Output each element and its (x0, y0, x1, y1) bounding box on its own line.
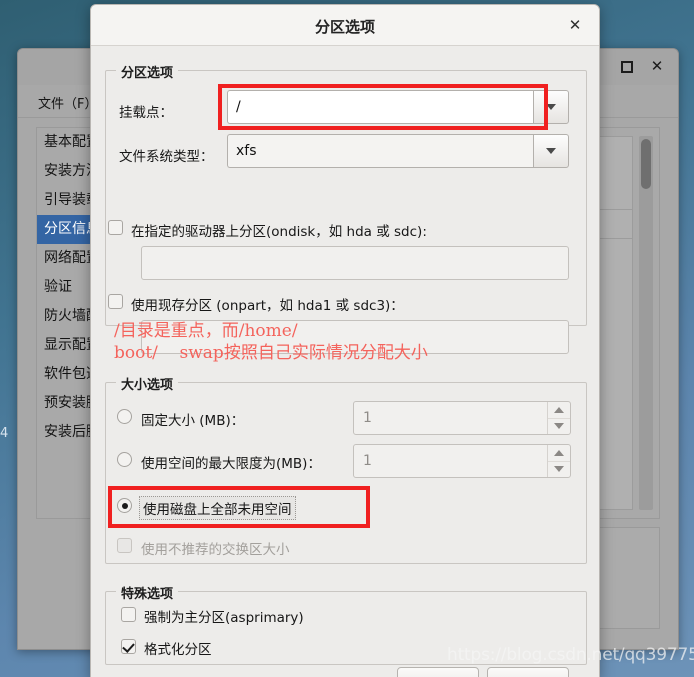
fixed-size-label: 固定大小 (MB)： (141, 413, 245, 429)
max-size-label: 使用空间的最大限度为(MB)： (141, 456, 321, 472)
mount-point-input[interactable]: / (227, 90, 533, 124)
special-options-group-title: 特殊选项 (116, 583, 179, 602)
fixed-size-spinner-buttons[interactable] (547, 402, 570, 434)
spinner-up-icon[interactable] (548, 445, 570, 462)
format-partition-checkbox[interactable] (121, 639, 136, 654)
filesystem-type-dropdown-button[interactable] (533, 134, 569, 168)
max-size-value[interactable]: 1 (354, 445, 547, 477)
size-options-group-title: 大小选项 (116, 374, 179, 393)
as-primary-checkbox[interactable] (121, 607, 136, 622)
cancel-button[interactable]: 取消(C) (397, 667, 479, 677)
partition-options-group-title: 分区选项 (116, 62, 179, 81)
mount-point-dropdown-button[interactable] (533, 90, 569, 124)
ok-button[interactable]: 确定(O) (487, 667, 569, 677)
filesystem-type-label: 文件系统类型： (119, 149, 214, 165)
fixed-size-radio[interactable] (117, 409, 132, 424)
chevron-down-icon (546, 104, 556, 110)
onpart-checkbox[interactable] (108, 294, 123, 309)
max-size-radio[interactable] (117, 452, 132, 467)
spinner-up-icon[interactable] (548, 402, 570, 419)
format-partition-label: 格式化分区 (144, 642, 212, 658)
use-all-space-label: 使用磁盘上全部未用空间 (139, 496, 296, 520)
desktop-background: 4 ✕ 文件（F） 基本配置 安装方法 引导装载 分区信息 网络配置 验证 防火… (0, 0, 694, 677)
scrollbar-thumb[interactable] (641, 139, 651, 189)
as-primary-label: 强制为主分区(asprimary) (144, 610, 304, 626)
spinner-down-icon[interactable] (548, 462, 570, 478)
max-size-spinner-buttons[interactable] (547, 445, 570, 477)
fixed-size-value[interactable]: 1 (354, 402, 547, 434)
ondisk-label: 在指定的驱动器上分区(ondisk，如 hda 或 sdc): (131, 224, 427, 240)
mount-point-combobox[interactable]: / (227, 90, 569, 124)
chevron-down-icon (546, 148, 556, 154)
bad-swap-label: 使用不推荐的交换区大小 (141, 542, 290, 558)
onpart-input[interactable] (141, 320, 569, 354)
filesystem-type-combobox[interactable]: xfs (227, 134, 569, 168)
partition-options-dialog: 分区选项 ✕ 分区选项 挂载点： / 文件系统类型： xfs 在指定的驱动器上分… (90, 4, 600, 677)
dialog-title: 分区选项 (314, 18, 375, 36)
mount-point-label: 挂载点： (119, 105, 173, 121)
ondisk-input[interactable] (141, 246, 569, 280)
vertical-scrollbar[interactable] (639, 136, 653, 510)
close-icon[interactable]: ✕ (650, 59, 664, 74)
close-icon[interactable]: ✕ (567, 17, 583, 33)
desktop-edge-glyph: 4 (0, 426, 9, 441)
onpart-label: 使用现存分区 (onpart，如 hda1 或 sdc3)： (131, 298, 404, 314)
dialog-titlebar: 分区选项 ✕ (91, 5, 599, 46)
spinner-down-icon[interactable] (548, 419, 570, 435)
fixed-size-spinner[interactable]: 1 (353, 401, 571, 435)
bad-swap-checkbox[interactable] (117, 538, 132, 553)
max-size-spinner[interactable]: 1 (353, 444, 571, 478)
filesystem-type-value[interactable]: xfs (227, 134, 533, 168)
use-all-space-radio[interactable] (117, 498, 132, 513)
ondisk-checkbox[interactable] (108, 220, 123, 235)
maximize-icon[interactable] (620, 60, 634, 74)
